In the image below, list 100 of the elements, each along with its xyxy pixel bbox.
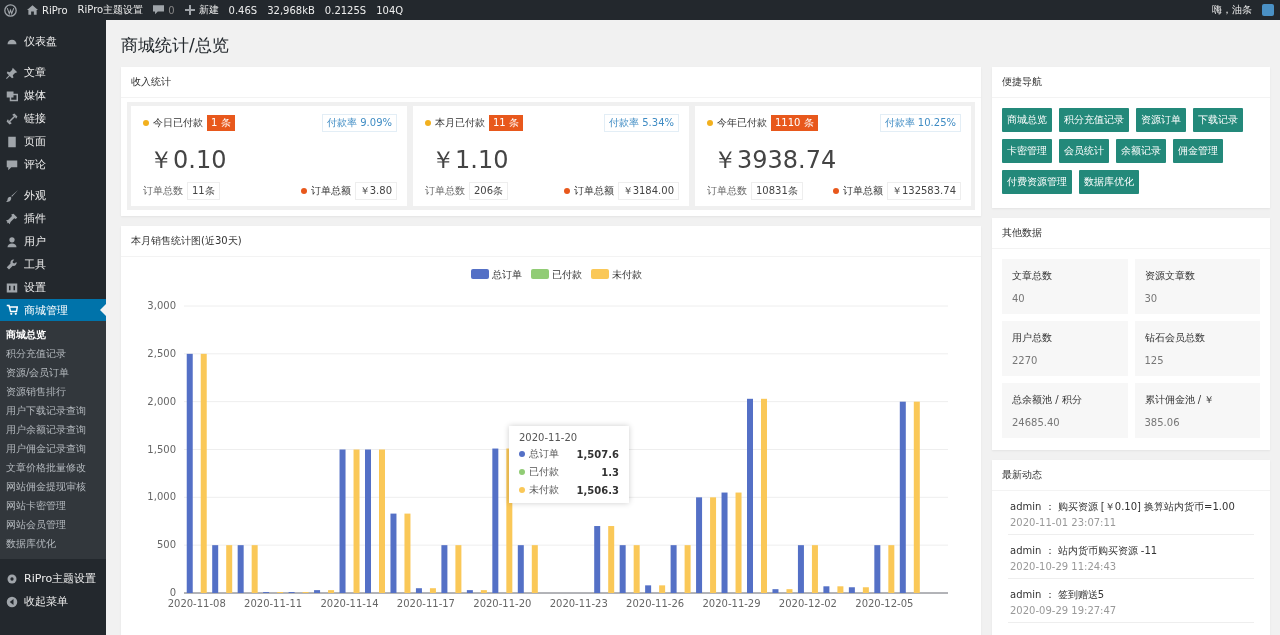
wrench-icon [6, 258, 18, 271]
bar [608, 526, 615, 593]
submenu-item[interactable]: 网站会员管理 [0, 515, 106, 534]
submenu-item[interactable]: 数据库优化 [0, 534, 106, 553]
panel-title: 收入统计 [121, 67, 981, 98]
submenu-item[interactable]: 积分充值记录 [0, 344, 106, 363]
stat-label: 本月已付款 [435, 116, 485, 130]
x-tick-label: 2020-11-29 [702, 598, 761, 609]
orders-count: 206条 [469, 182, 509, 200]
x-tick-label: 2020-12-02 [778, 598, 837, 609]
x-tick-label: 2020-11-08 [167, 598, 226, 609]
nav-button[interactable]: 积分充值记录 [1059, 108, 1129, 132]
menu-item[interactable]: 评论 [0, 153, 106, 176]
y-tick-label: 1,500 [147, 443, 176, 455]
count-badge: 11 条 [489, 115, 523, 131]
tooltip-value: 1,506.3 [576, 484, 619, 496]
tile-label: 钻石会员总数 [1144, 331, 1206, 345]
nav-button[interactable]: 卡密管理 [1002, 139, 1052, 163]
bar [226, 545, 233, 593]
x-tick-label: 2020-12-05 [855, 598, 914, 609]
menu-item[interactable]: 工具 [0, 253, 106, 276]
bar [772, 589, 779, 593]
count-badge: 1 条 [207, 115, 235, 131]
status-dot [300, 188, 307, 194]
submenu-item[interactable]: 用户余额记录查询 [0, 420, 106, 439]
tile-label: 资源文章数 [1144, 269, 1196, 283]
activity-text: admin ： 站内货币购买资源 -11 [1010, 544, 1159, 558]
bar [670, 545, 677, 593]
tile-value: 2270 [1012, 355, 1039, 366]
status-dot [832, 188, 839, 194]
submenu-item[interactable]: 文章价格批量修改 [0, 458, 106, 477]
nav-button[interactable]: 会员统计 [1059, 139, 1109, 163]
new-link[interactable]: 新建 [198, 3, 219, 17]
orders-label: 订单总数 [143, 184, 183, 198]
submenu-item[interactable]: 网站佣金提现审核 [0, 477, 106, 496]
submenu-item[interactable]: 用户佣金记录查询 [0, 439, 106, 458]
rate-tag: 付款率 10.25% [879, 114, 961, 132]
pin-icon [6, 66, 18, 79]
tile-label: 累计佣金池 / ￥ [1144, 393, 1216, 407]
cart-icon [6, 304, 18, 316]
menu-item[interactable]: 收起菜单 [0, 590, 106, 613]
bar [237, 545, 244, 593]
y-tick-label: 3,000 [147, 300, 176, 311]
status-dot [563, 188, 570, 194]
nav-button[interactable]: 商城总览 [1002, 108, 1052, 132]
nav-button[interactable]: 资源订单 [1136, 108, 1186, 132]
panel-title: 其他数据 [992, 218, 1270, 249]
total-label: 订单总额 [842, 184, 883, 198]
submenu-item[interactable]: 网站卡密管理 [0, 496, 106, 515]
menu-item[interactable]: 设置 [0, 276, 106, 299]
menu-item[interactable]: 用户 [0, 230, 106, 253]
submenu-item[interactable]: 资源销售排行 [0, 382, 106, 401]
menu-item[interactable]: 仪表盘 [0, 30, 106, 53]
debug-stat: 32,968kB [267, 4, 315, 16]
menu-item[interactable]: RiPro主题设置 [0, 567, 106, 590]
tile-value: 40 [1012, 293, 1026, 304]
menu-item[interactable]: 页面 [0, 130, 106, 153]
menu-item[interactable]: 外观 [0, 184, 106, 207]
menu-item[interactable]: 媒体 [0, 84, 106, 107]
menu-item[interactable]: 链接 [0, 107, 106, 130]
plug-icon [6, 212, 18, 225]
stat-label: 今日已付款 [153, 116, 203, 130]
x-tick-label: 2020-11-17 [396, 598, 455, 609]
y-tick-label: 2,000 [147, 395, 176, 407]
activity-time: 2020-10-29 11:24:43 [1010, 561, 1118, 572]
menu-item[interactable]: 文章 [0, 61, 106, 84]
x-tick-label: 2020-11-23 [549, 598, 608, 609]
panel-title: 本月销售统计图(近30天) [121, 226, 981, 257]
orders-label: 订单总数 [425, 184, 465, 198]
debug-stat: 0.2125S [324, 4, 367, 16]
legend-label[interactable]: 总订单 [492, 269, 522, 280]
menu-item[interactable]: 商城管理 [0, 299, 106, 321]
avatar[interactable] [1262, 4, 1274, 16]
panel-title: 最新动态 [992, 460, 1270, 491]
greeting[interactable]: 嗨，油条 [1212, 3, 1252, 17]
nav-button[interactable]: 余额记录 [1116, 139, 1166, 163]
legend-label[interactable]: 已付款 [552, 269, 582, 280]
x-tick-label: 2020-11-14 [320, 598, 379, 609]
nav-button[interactable]: 付费资源管理 [1002, 170, 1072, 194]
submenu-item[interactable]: 资源/会员订单 [0, 363, 106, 382]
comment-count[interactable]: 0 [168, 4, 175, 16]
bar [594, 526, 601, 593]
tile-value: 30 [1144, 293, 1159, 304]
tooltip-series: 已付款 [529, 465, 559, 479]
total-label: 订单总额 [573, 184, 614, 198]
legend-label[interactable]: 未付款 [612, 269, 642, 280]
theme-settings-link[interactable]: RiPro主题设置 [77, 3, 144, 17]
site-link[interactable]: RiPro [42, 4, 68, 16]
nav-button[interactable]: 下载记录 [1193, 108, 1243, 132]
bar [848, 587, 855, 593]
page-title: 商城统计/总览 [121, 34, 230, 57]
wordpress-logo-icon[interactable] [4, 3, 17, 17]
link-icon [6, 112, 18, 125]
submenu-item[interactable]: 商城总览 [0, 325, 106, 344]
nav-button[interactable]: 佣金管理 [1173, 139, 1223, 163]
menu-item[interactable]: 插件 [0, 207, 106, 230]
collapse-icon [6, 595, 18, 608]
rate-tag: 付款率 9.09% [322, 114, 397, 132]
nav-button[interactable]: 数据库优化 [1079, 170, 1139, 194]
submenu-item[interactable]: 用户下载记录查询 [0, 401, 106, 420]
